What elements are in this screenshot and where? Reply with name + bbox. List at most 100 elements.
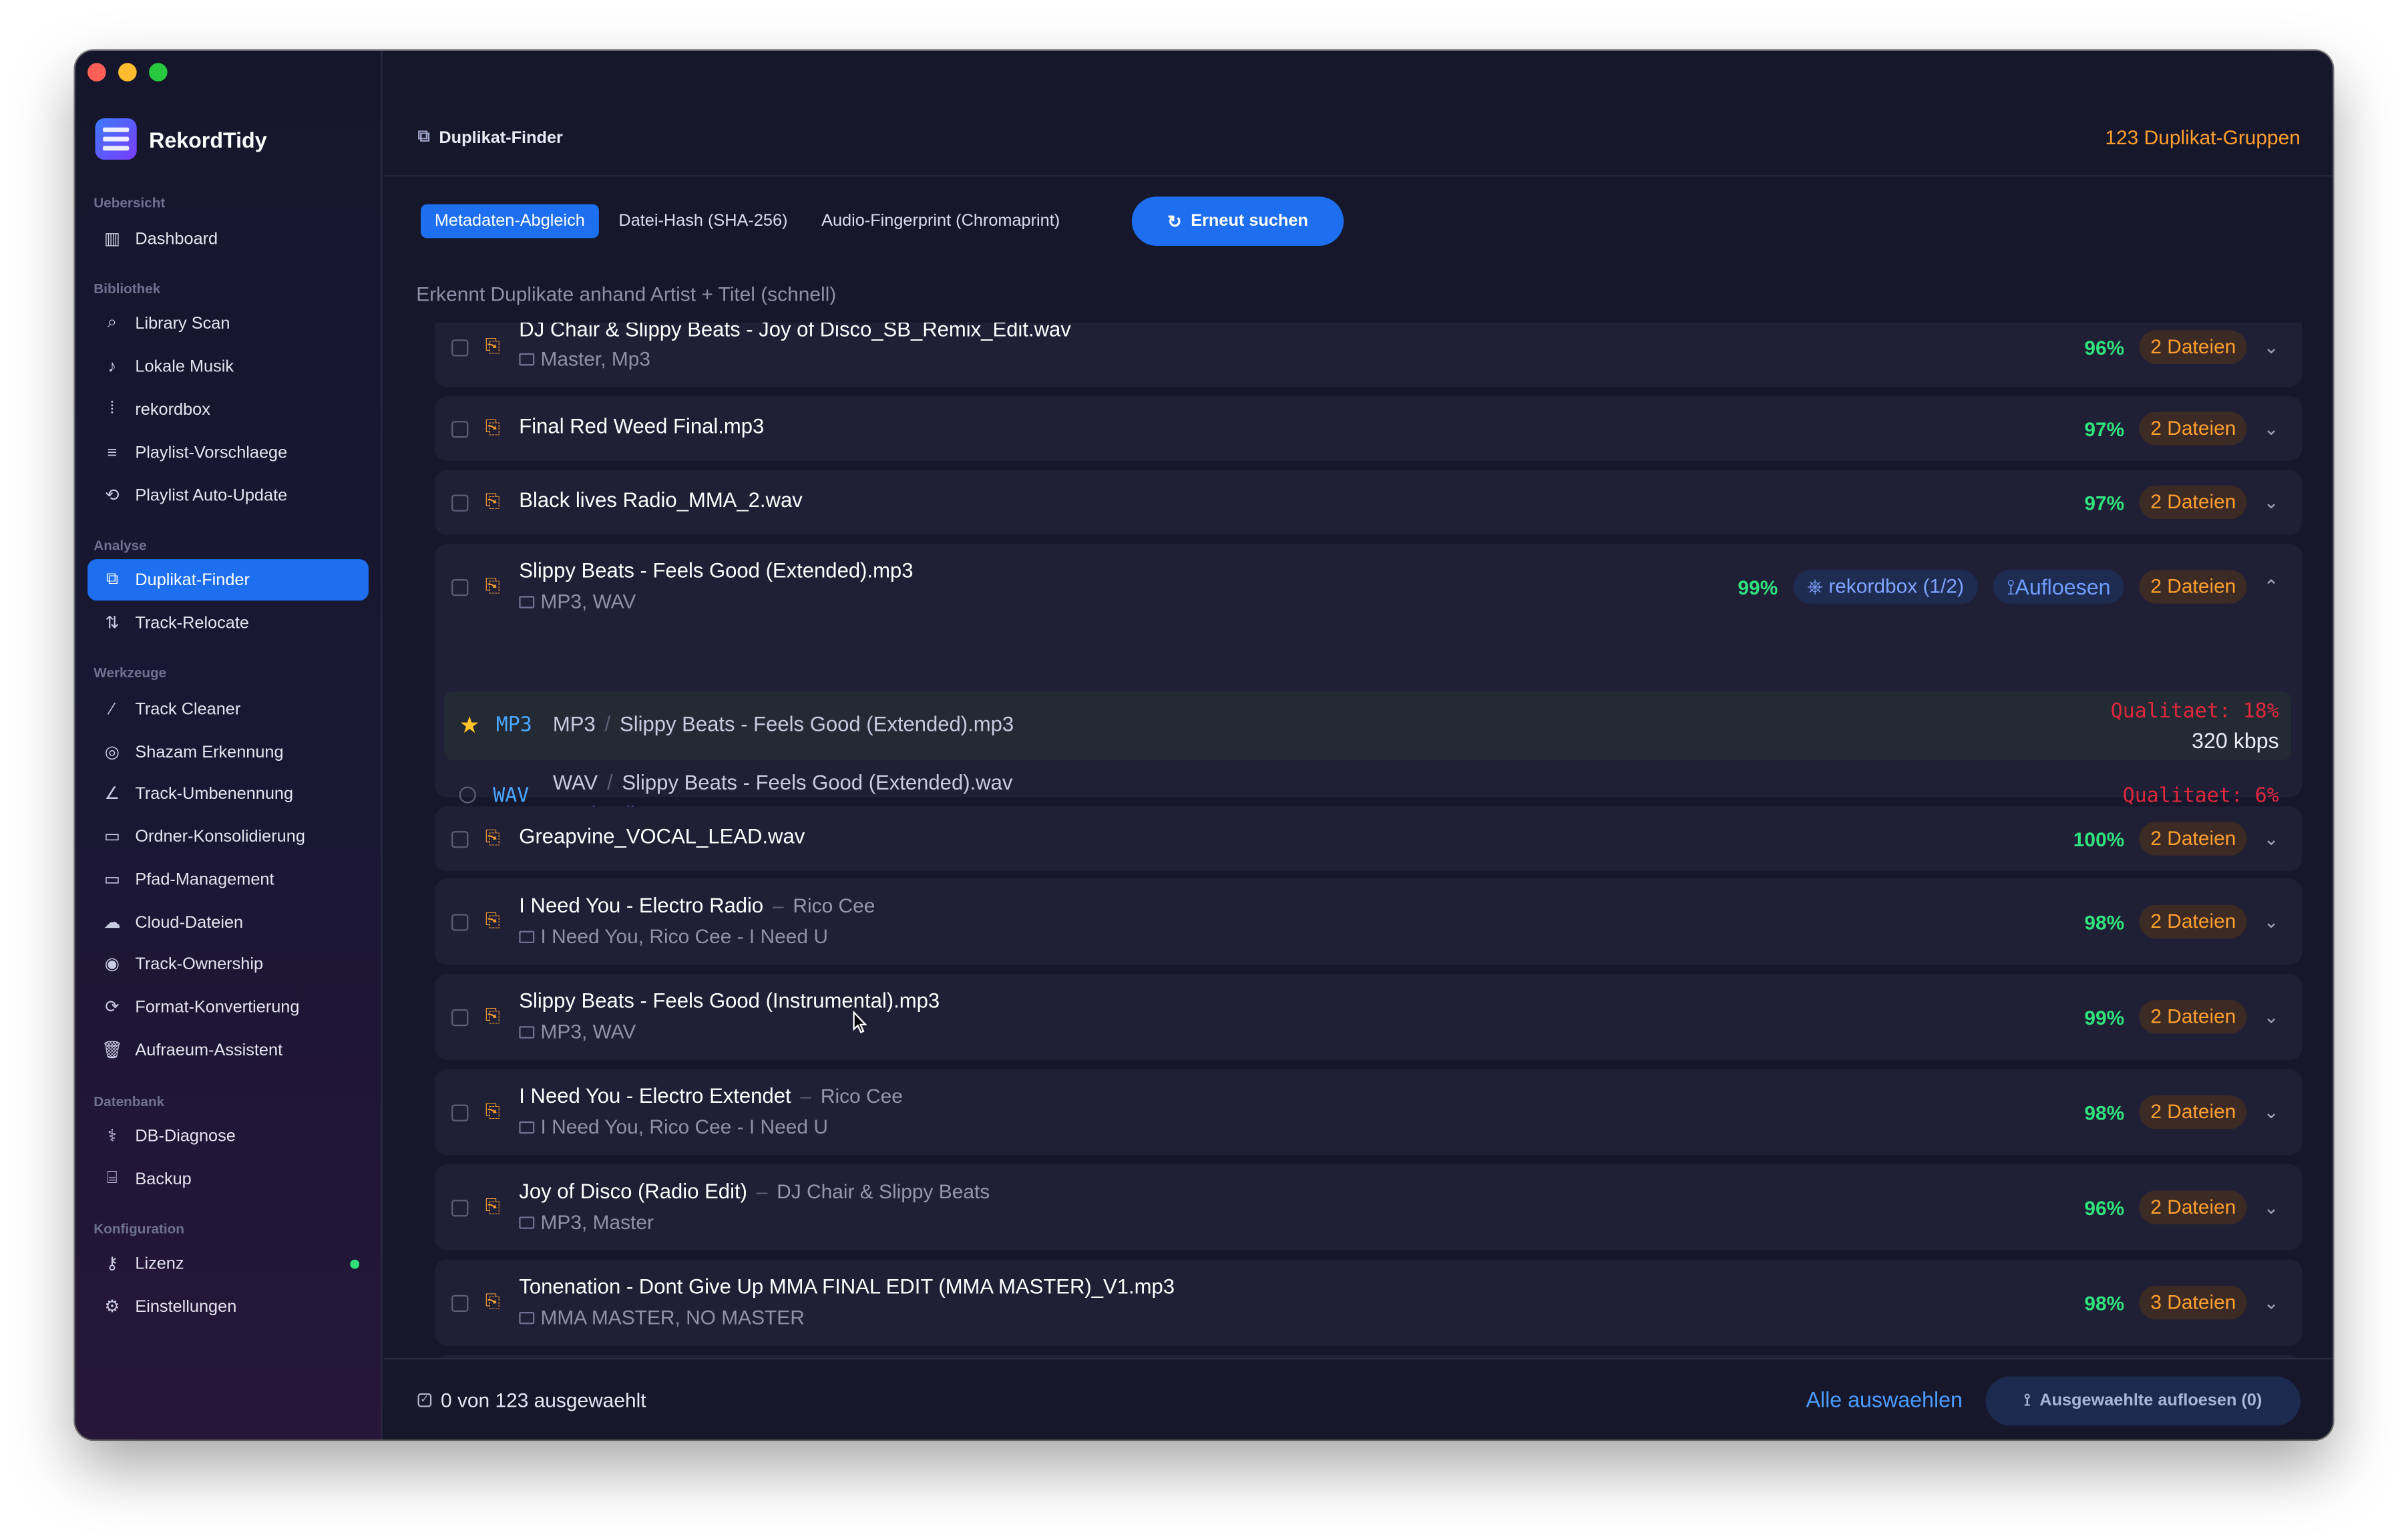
match-percent: 98% xyxy=(2084,1100,2125,1124)
chevron-down-icon[interactable]: ⌄ xyxy=(2262,492,2280,513)
duplicate-group[interactable]: ⎘ Black lives Radio_MMA_2.wav 97% 2 Date… xyxy=(434,470,2302,535)
group-artist: DJ Chair & Slippy Beats xyxy=(777,1180,990,1203)
duplicate-file-icon: ⎘ xyxy=(485,909,500,931)
file-folder: MP3 xyxy=(552,713,596,736)
group-folders: I Need You, Rico Cee - I Need U xyxy=(519,1116,828,1138)
group-checkbox[interactable] xyxy=(451,1009,469,1027)
sidebar-item-einstellungen[interactable]: ⚙ Einstellungen xyxy=(87,1286,369,1327)
chevron-down-icon[interactable]: ⌄ xyxy=(2262,1292,2280,1313)
sidebar-item-label: Track-Relocate xyxy=(135,613,249,633)
sidebar-item-track-relocate[interactable]: ⇅ Track-Relocate xyxy=(87,602,369,643)
chevron-down-icon[interactable]: ⌄ xyxy=(2262,337,2280,358)
group-checkbox[interactable] xyxy=(451,578,469,596)
group-meta: 98% 3 Dateien ⌄ xyxy=(2084,1285,2280,1320)
folder-icon xyxy=(519,595,535,608)
sidebar-item-label: Format-Konvertierung xyxy=(135,997,300,1017)
minimize-window-button[interactable] xyxy=(118,63,137,81)
select-all-link[interactable]: Alle auswaehlen xyxy=(1806,1387,1962,1412)
header-divider xyxy=(383,175,2333,177)
sidebar-item-ordner-konsolidierung[interactable]: ▭ Ordner-Konsolidierung xyxy=(87,816,369,857)
chevron-down-icon[interactable]: ⌄ xyxy=(2262,828,2280,850)
group-checkbox[interactable] xyxy=(451,1295,469,1312)
sidebar-item-label: Track-Ownership xyxy=(135,955,264,973)
rescan-label: Erneut suchen xyxy=(1191,212,1308,230)
group-folders: I Need You, Rico Cee - I Need U xyxy=(519,924,828,948)
group-meta: 96% 2 Dateien ⌄ xyxy=(2084,1190,2280,1224)
tab-metadaten-abgleich[interactable]: Metadaten-Abgleich xyxy=(421,204,599,238)
duplicate-group[interactable]: ⎘ Final Red Weed Final.mp3 97% 2 Dateien… xyxy=(434,396,2302,461)
chevron-up-icon[interactable]: ⌃ xyxy=(2262,576,2280,597)
sidebar-item-lizenz[interactable]: ⚷ Lizenz xyxy=(87,1242,369,1284)
sidebar-item-library-scan[interactable]: ⌕ Library Scan xyxy=(87,303,369,344)
duplicate-group[interactable]: ⎘ I Need You - Electro Radio – Rico Cee I … xyxy=(434,878,2302,965)
keep-radio[interactable] xyxy=(459,786,476,804)
group-checkbox[interactable] xyxy=(451,1200,469,1217)
sidebar-item-cloud-dateien[interactable]: ☁ Cloud-Dateien xyxy=(87,902,369,943)
duplicate-group[interactable]: ⎘ DJ Chair & Slippy Beats - Joy of Disco… xyxy=(434,322,2302,387)
group-title: DJ Chair & Slippy Beats - Joy of Disco_S… xyxy=(519,322,1071,341)
sidebar-item-shazam-erkennung[interactable]: ◎ Shazam Erkennung xyxy=(87,731,369,773)
chevron-down-icon[interactable]: ⌄ xyxy=(2262,1196,2280,1218)
sidebar-item-duplikat-finder[interactable]: ⧉ Duplikat-Finder xyxy=(87,559,369,601)
close-window-button[interactable] xyxy=(87,63,106,81)
duplicate-file-row[interactable]: ★ MP3 MP3/Slippy Beats - Feels Good (Ext… xyxy=(443,691,2292,761)
duplicate-group[interactable]: ⎘ Greapvine_VOCAL_LEAD.wav 100% 2 Dateie… xyxy=(434,806,2302,871)
star-icon[interactable]: ★ xyxy=(459,711,480,739)
sidebar-item-lokale-musik[interactable]: ♪ Lokale Musik xyxy=(87,345,369,387)
group-checkbox[interactable] xyxy=(451,831,469,848)
group-folders-text: I Need You, Rico Cee - I Need U xyxy=(540,1115,828,1139)
rescan-button[interactable]: ↻ Erneut suchen xyxy=(1131,196,1344,246)
group-checkbox[interactable] xyxy=(451,1104,469,1122)
duplicate-group[interactable]: ⎘ Joy of Disco (Radio Edit) – DJ Chair & S… xyxy=(434,1164,2302,1250)
duplicate-group[interactable]: ⎘ Tonenation - Dont Give Up MMA FINAL ED… xyxy=(434,1259,2302,1346)
group-checkbox[interactable] xyxy=(451,914,469,931)
sidebar-item-backup[interactable]: ⌸ Backup xyxy=(87,1158,369,1200)
sidebar-item-playlist-vorschlaege[interactable]: ≡ Playlist-Vorschlaege xyxy=(87,432,369,473)
merge-icon: ⟟ xyxy=(2024,1391,2031,1409)
chevron-down-icon[interactable]: ⌄ xyxy=(2262,418,2280,440)
search-icon: ⌕ xyxy=(107,313,117,332)
sidebar-item-label: Dashboard xyxy=(135,229,218,248)
duplicate-group[interactable]: ⎘ I Need You - Electro Extendet – Rico Cee… xyxy=(434,1069,2302,1156)
match-percent: 98% xyxy=(2084,910,2125,934)
group-checkbox[interactable] xyxy=(451,421,469,438)
group-title: I Need You - Electro Extendet – Rico Cee xyxy=(519,1084,903,1108)
sidebar-item-label: Track Cleaner xyxy=(135,699,241,719)
duplicate-group[interactable]: ⎘ Slippy Beats - Feels Good (Instrumenta… xyxy=(434,974,2302,1060)
format-label: MP3 xyxy=(495,714,532,737)
sidebar-item-aufraeum-assistent[interactable]: 🗑 Aufraeum-Assistent xyxy=(87,1029,369,1071)
file-path: MP3/Slippy Beats - Feels Good (Extended)… xyxy=(552,713,1014,736)
tab-audio-fingerprint[interactable]: Audio-Fingerprint (Chromaprint) xyxy=(807,204,1073,238)
trash-icon: 🗑 xyxy=(101,1041,123,1060)
file-name: Slippy Beats - Feels Good (Extended).mp3 xyxy=(620,713,1014,736)
file-path: WAV / Slippy Beats - Feels Good (Extended)… xyxy=(552,771,1013,794)
sidebar-item-dashboard[interactable]: ▥ Dashboard xyxy=(87,218,369,260)
group-checkbox[interactable] xyxy=(451,339,469,357)
zoom-window-button[interactable] xyxy=(149,63,168,81)
sidebar-item-track-ownership[interactable]: ◉ Track-Ownership xyxy=(87,943,369,985)
group-meta: 99% 2 Dateien ⌄ xyxy=(2084,1000,2280,1034)
group-checkbox[interactable] xyxy=(451,494,469,512)
section-konfiguration: Konfiguration xyxy=(93,1221,184,1237)
duplicate-list[interactable]: ⎘ DJ Chair & Slippy Beats - Joy of Disco… xyxy=(384,322,2333,1358)
group-folders: MP3, WAV xyxy=(519,1020,636,1043)
group-title: Greapvine_VOCAL_LEAD.wav xyxy=(519,824,805,848)
duplicate-file-icon: ⎘ xyxy=(485,490,500,512)
main-panel: ⧉ Duplikat-Finder 123 Duplikat-Gruppen M… xyxy=(383,50,2333,1439)
sidebar-item-db-diagnose[interactable]: ⚕ DB-Diagnose xyxy=(87,1116,369,1157)
chevron-down-icon[interactable]: ⌄ xyxy=(2262,1101,2280,1123)
sidebar-item-pfad-management[interactable]: ▭ Pfad-Management xyxy=(87,859,369,900)
sidebar-item-rekordbox[interactable]: ⦙ rekordbox xyxy=(87,389,369,430)
sidebar-item-track-cleaner[interactable]: ⁄ Track Cleaner xyxy=(87,688,369,729)
key-icon: ⚷ xyxy=(106,1254,119,1274)
group-folders: MMA MASTER, NO MASTER xyxy=(519,1306,805,1329)
chevron-down-icon[interactable]: ⌄ xyxy=(2262,1006,2280,1027)
sidebar-item-track-umbenennung[interactable]: ∠ Track-Umbenennung xyxy=(87,773,369,814)
chevron-down-icon[interactable]: ⌄ xyxy=(2262,911,2280,932)
sidebar-item-playlist-auto-update[interactable]: ⟲ Playlist Auto-Update xyxy=(87,475,369,516)
resolve-button[interactable]: ⟟Aufloesen xyxy=(1993,570,2125,604)
tab-datei-hash[interactable]: Datei-Hash (SHA-256) xyxy=(605,204,801,238)
sidebar-item-format-konvertierung[interactable]: ⟳ Format-Konvertierung xyxy=(87,986,369,1027)
group-title-text: I Need You - Electro Radio xyxy=(519,894,764,917)
resolve-selected-button[interactable]: ⟟ Ausgewaehlte aufloesen (0) xyxy=(1985,1376,2300,1426)
